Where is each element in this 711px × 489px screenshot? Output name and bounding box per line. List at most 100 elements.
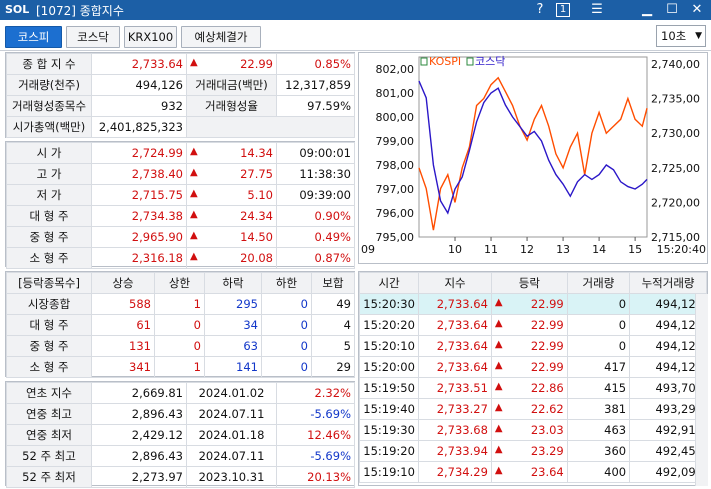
- price-label: 저 가: [6, 184, 92, 206]
- record-date: 2024.01.18: [186, 424, 277, 446]
- menu-icon[interactable]: ☰: [587, 1, 607, 19]
- legend-kospi: KOSPI: [429, 55, 461, 68]
- tick-change: ▲ 22.62: [490, 398, 568, 420]
- price-change: ▲ 14.50: [186, 226, 277, 248]
- tab-kosdaq[interactable]: 코스닥: [66, 26, 120, 48]
- tick-index: 2,733.64: [418, 335, 492, 357]
- up-triangle-icon: ▲: [190, 167, 198, 178]
- tick-index: 2,734.29: [418, 461, 492, 483]
- breadth-flat: 4: [311, 314, 355, 336]
- price-time: 11:38:30: [276, 163, 355, 185]
- tick-row[interactable]: 15:20:10 2,733.64 ▲ 22.99 0 494,126: [358, 335, 707, 357]
- left-axis: 802,00 801,00 800,00 799,00 798,00 797,00 796,…: [376, 63, 415, 244]
- breadth-downlimit: 0: [261, 293, 312, 315]
- breadth-header-cell: 하한: [261, 272, 312, 294]
- up-triangle-icon: ▲: [190, 57, 198, 68]
- breadth-header: [등락종목수] 상승 상한 하락 하한 보합: [6, 272, 355, 294]
- volume-value: 494,126: [91, 74, 187, 96]
- breadth-uplimit: 0: [154, 335, 205, 357]
- breadth-down: 63: [204, 335, 262, 357]
- record-pct: -5.69%: [276, 445, 355, 467]
- price-label: 대 형 주: [6, 205, 92, 227]
- record-row: 52 주 최고 2,896.43 2024.07.11 -5.69%: [6, 445, 355, 467]
- tab-expected[interactable]: 예상체결가: [181, 26, 261, 48]
- tick-row[interactable]: 15:19:50 2,733.51 ▲ 22.86 415 493,709: [358, 377, 707, 399]
- tick-volume: 400: [566, 461, 631, 483]
- x-tick-label: 09: [361, 243, 375, 256]
- record-label: 52 주 최저: [6, 466, 92, 488]
- x-tick-label: 13: [556, 243, 570, 256]
- price-row: 저 가 2,715.75 ▲ 5.10 09:39:00: [6, 184, 355, 206]
- price-time: 0.87%: [276, 247, 355, 269]
- tick-index: 2,733.51: [418, 377, 492, 399]
- record-label: 연중 최저: [6, 424, 92, 446]
- tick-row[interactable]: 15:19:10 2,734.29 ▲ 23.64 400 492,090: [358, 461, 707, 483]
- tick-index: 2,733.68: [418, 419, 492, 441]
- breadth-header-cell: 하락: [204, 272, 262, 294]
- price-panel: 시 가 2,724.99 ▲ 14.34 09:00:01 고 가 2,738.40 ▲ 27.…: [5, 141, 355, 269]
- up-triangle-icon: ▲: [190, 188, 198, 199]
- tick-row[interactable]: 15:19:20 2,733.94 ▲ 23.29 360 492,450: [358, 440, 707, 462]
- tick-volume: 381: [566, 398, 631, 420]
- tick-panel: 시간 지수 등락 거래량 누적거래량 15:20:30 2,733.64 ▲ 22.99 0 494…: [358, 271, 708, 486]
- record-date: 2024.07.11: [186, 445, 277, 467]
- price-value: 2,965.90: [91, 226, 187, 248]
- plot-area: [418, 56, 648, 238]
- index-pct: 0.85%: [276, 53, 355, 75]
- marketcap-label: 시가총액(백만): [6, 116, 92, 138]
- tick-volume: 417: [566, 356, 631, 378]
- up-triangle-icon: ▲: [190, 230, 198, 241]
- title-bar: SOL [1072] 종합지수 ? 1 ☰ ▁ ☐ ✕: [0, 0, 711, 20]
- legend-marker-kosdaq: [466, 57, 474, 66]
- record-pct: 2.32%: [276, 382, 355, 404]
- tick-row[interactable]: 15:19:40 2,733.27 ▲ 22.62 381 493,294: [358, 398, 707, 420]
- up-triangle-icon: ▲: [494, 318, 503, 329]
- close-icon[interactable]: ✕: [687, 1, 707, 19]
- record-value: 2,273.97: [91, 466, 187, 488]
- tab-kospi[interactable]: 코스피: [5, 26, 62, 48]
- index-chart: 802,00 801,00 800,00 799,00 798,00 797,00 796,…: [358, 52, 708, 264]
- record-label: 52 주 최고: [6, 445, 92, 467]
- breadth-up: 341: [91, 356, 155, 378]
- page-number-button[interactable]: 1: [556, 3, 570, 17]
- record-row: 52 주 최저 2,273.97 2023.10.31 20.13%: [6, 466, 355, 488]
- maximize-icon[interactable]: ☐: [662, 1, 682, 19]
- help-button[interactable]: ?: [530, 1, 550, 19]
- tick-change: ▲ 22.99: [490, 356, 568, 378]
- right-tick-label: 2,735,00: [651, 93, 700, 106]
- tick-time: 15:19:40: [358, 398, 420, 420]
- tick-index: 2,733.64: [418, 356, 492, 378]
- tick-row[interactable]: 15:20:30 2,733.64 ▲ 22.99 0 494,126: [358, 293, 707, 315]
- tick-header-cell: 누적거래량: [629, 272, 707, 294]
- tick-row[interactable]: 15:19:30 2,733.68 ▲ 23.03 463 492,913: [358, 419, 707, 441]
- up-triangle-icon: ▲: [494, 297, 503, 308]
- price-change: ▲ 14.34: [186, 142, 277, 164]
- right-axis: 2,740,00 2,735,00 2,730,00 2,725,00 2,720,00…: [651, 58, 700, 244]
- price-row: 대 형 주 2,734.38 ▲ 24.34 0.90%: [6, 205, 355, 227]
- x-tick-label: 12: [520, 243, 534, 256]
- record-date: 2023.10.31: [186, 466, 277, 488]
- left-tick-label: 800,00: [376, 111, 415, 124]
- legend-kosdaq: 코스닥: [475, 55, 505, 68]
- period-select[interactable]: 10초 ▼: [656, 25, 706, 47]
- breadth-down: 141: [204, 356, 262, 378]
- tick-header: 시간 지수 등락 거래량 누적거래량: [358, 272, 707, 294]
- minimize-icon[interactable]: ▁: [637, 1, 657, 19]
- tick-row[interactable]: 15:20:00 2,733.64 ▲ 22.99 417 494,126: [358, 356, 707, 378]
- scrollbar[interactable]: [695, 294, 708, 486]
- price-row: 소 형 주 2,316.18 ▲ 20.08 0.87%: [6, 247, 355, 269]
- summary-row-volume: 거래량(천주) 494,126 거래대금(백만) 12,317,859: [6, 74, 355, 96]
- tick-time: 15:20:10: [358, 335, 420, 357]
- summary-row-index: 종 합 지 수 2,733.64 ▲ 22.99 0.85%: [6, 53, 355, 75]
- tick-row[interactable]: 15:20:20 2,733.64 ▲ 22.99 0 494,126: [358, 314, 707, 336]
- chart-grid: [454, 237, 636, 241]
- breadth-header-cell: 상승: [91, 272, 155, 294]
- record-pct: 20.13%: [276, 466, 355, 488]
- tab-krx100[interactable]: KRX100: [124, 26, 177, 48]
- up-triangle-icon: ▲: [494, 339, 503, 350]
- summary-row-marketcap: 시가총액(백만) 2,401,825,323: [6, 116, 355, 138]
- up-triangle-icon: ▲: [190, 209, 198, 220]
- breadth-downlimit: 0: [261, 356, 312, 378]
- tick-header-cell: 등락: [490, 272, 568, 294]
- traded-rate-value: 97.59%: [276, 95, 355, 117]
